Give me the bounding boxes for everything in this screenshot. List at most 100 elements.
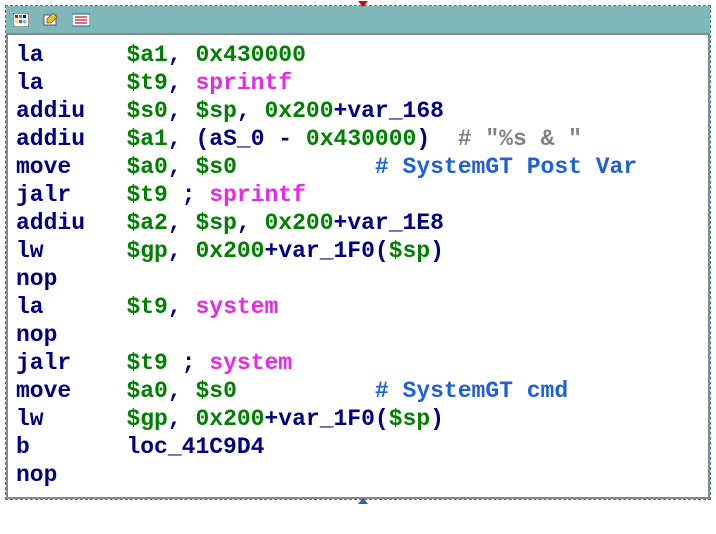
num-token: 0x430000: [195, 42, 305, 68]
ident-token: +: [334, 98, 348, 124]
mnemonic: lw: [16, 406, 44, 432]
ident-token: var_1F0: [278, 406, 375, 432]
reg-token: $a1: [126, 126, 167, 152]
code-line[interactable]: b loc_41C9D4: [16, 433, 700, 461]
punct-token: ,: [168, 98, 196, 124]
reg-token: $sp: [195, 210, 236, 236]
punct-token: ,: [168, 70, 196, 96]
ident-token: +: [334, 210, 348, 236]
mnemonic: lw: [16, 238, 44, 264]
num-token: 0x200: [195, 406, 264, 432]
code-line[interactable]: addiu $a1, (aS_0 - 0x430000) # "%s & ": [16, 125, 700, 153]
code-line[interactable]: jalr $t9 ; system: [16, 349, 700, 377]
disassembly-code[interactable]: la $a1, 0x430000la $t9, sprintfaddiu $s0…: [6, 34, 710, 499]
code-line[interactable]: nop: [16, 265, 700, 293]
num-token: 0x200: [265, 210, 334, 236]
mnemonic: move: [16, 154, 71, 180]
punct-token: , (: [168, 126, 209, 152]
top-marker: [358, 1, 368, 7]
punct-token: ): [430, 238, 444, 264]
num-token: 0x200: [195, 238, 264, 264]
punct-token: ,: [168, 406, 196, 432]
ident-token: var_1E8: [347, 210, 444, 236]
code-line[interactable]: lw $gp, 0x200+var_1F0($sp): [16, 237, 700, 265]
mnemonic: nop: [16, 462, 57, 488]
func-token: sprintf: [209, 182, 306, 208]
palette-icon[interactable]: [12, 12, 30, 28]
reg-token: $a0: [126, 378, 167, 404]
mnemonic: b: [16, 434, 30, 460]
reg-token: $t9: [126, 182, 167, 208]
punct-token: ): [416, 126, 457, 152]
mnemonic: la: [16, 70, 44, 96]
code-line[interactable]: nop: [16, 461, 700, 489]
ident-token: var_1F0: [278, 238, 375, 264]
reg-token: $t9: [126, 350, 167, 376]
ident-token: loc_41C9D4: [126, 434, 264, 460]
reg-token: $a1: [126, 42, 167, 68]
reg-token: $gp: [126, 406, 167, 432]
mnemonic: addiu: [16, 126, 85, 152]
comment2-token: # SystemGT cmd: [375, 378, 568, 404]
list-icon[interactable]: [72, 12, 90, 28]
disassembly-window: la $a1, 0x430000la $t9, sprintfaddiu $s0…: [5, 5, 711, 500]
mnemonic: addiu: [16, 210, 85, 236]
code-line[interactable]: la $t9, system: [16, 293, 700, 321]
code-line[interactable]: la $a1, 0x430000: [16, 41, 700, 69]
num-token: 0x200: [265, 98, 334, 124]
edit-icon[interactable]: [42, 12, 60, 28]
punct-token: ,: [237, 210, 265, 236]
punct-token: ): [430, 406, 444, 432]
code-line[interactable]: jalr $t9 ; sprintf: [16, 181, 700, 209]
reg-token: $a0: [126, 154, 167, 180]
punct-token: (: [375, 238, 389, 264]
comment-token: # "%s & ": [458, 126, 582, 152]
mnemonic: jalr: [16, 182, 71, 208]
ident-token: ;: [168, 350, 209, 376]
punct-token: [237, 154, 375, 180]
reg-token: $s0: [195, 154, 236, 180]
reg-token: $sp: [195, 98, 236, 124]
punct-token: ,: [168, 294, 196, 320]
punct-token: (: [375, 406, 389, 432]
code-line[interactable]: move $a0, $s0 # SystemGT Post Var: [16, 153, 700, 181]
mnemonic: move: [16, 378, 71, 404]
reg-token: $s0: [195, 378, 236, 404]
reg-token: $t9: [126, 294, 167, 320]
titlebar: [6, 6, 710, 34]
reg-token: $a2: [126, 210, 167, 236]
reg-token: $sp: [389, 238, 430, 264]
ident-token: +: [264, 406, 278, 432]
punct-token: [237, 378, 375, 404]
mnemonic: la: [16, 294, 44, 320]
code-line[interactable]: nop: [16, 321, 700, 349]
ident-token: var_168: [347, 98, 444, 124]
punct-token: ,: [168, 210, 196, 236]
mnemonic: jalr: [16, 350, 71, 376]
mnemonic: la: [16, 42, 44, 68]
reg-token: $t9: [126, 70, 167, 96]
ident-token: ;: [168, 182, 209, 208]
ident-token: -: [265, 126, 306, 152]
num-token: 0x430000: [306, 126, 416, 152]
mnemonic: addiu: [16, 98, 85, 124]
reg-token: $gp: [126, 238, 167, 264]
comment2-token: # SystemGT Post Var: [375, 154, 637, 180]
code-line[interactable]: addiu $s0, $sp, 0x200+var_168: [16, 97, 700, 125]
mnemonic: nop: [16, 266, 57, 292]
code-line[interactable]: lw $gp, 0x200+var_1F0($sp): [16, 405, 700, 433]
ident-token: aS_0: [209, 126, 264, 152]
bottom-marker: [358, 498, 368, 504]
code-line[interactable]: addiu $a2, $sp, 0x200+var_1E8: [16, 209, 700, 237]
punct-token: ,: [168, 42, 196, 68]
reg-token: $sp: [389, 406, 430, 432]
punct-token: ,: [168, 378, 196, 404]
ident-token: +: [264, 238, 278, 264]
punct-token: ,: [237, 98, 265, 124]
code-line[interactable]: la $t9, sprintf: [16, 69, 700, 97]
code-line[interactable]: move $a0, $s0 # SystemGT cmd: [16, 377, 700, 405]
punct-token: ,: [168, 238, 196, 264]
reg-token: $s0: [126, 98, 167, 124]
func-token: system: [195, 294, 278, 320]
mnemonic: nop: [16, 322, 57, 348]
